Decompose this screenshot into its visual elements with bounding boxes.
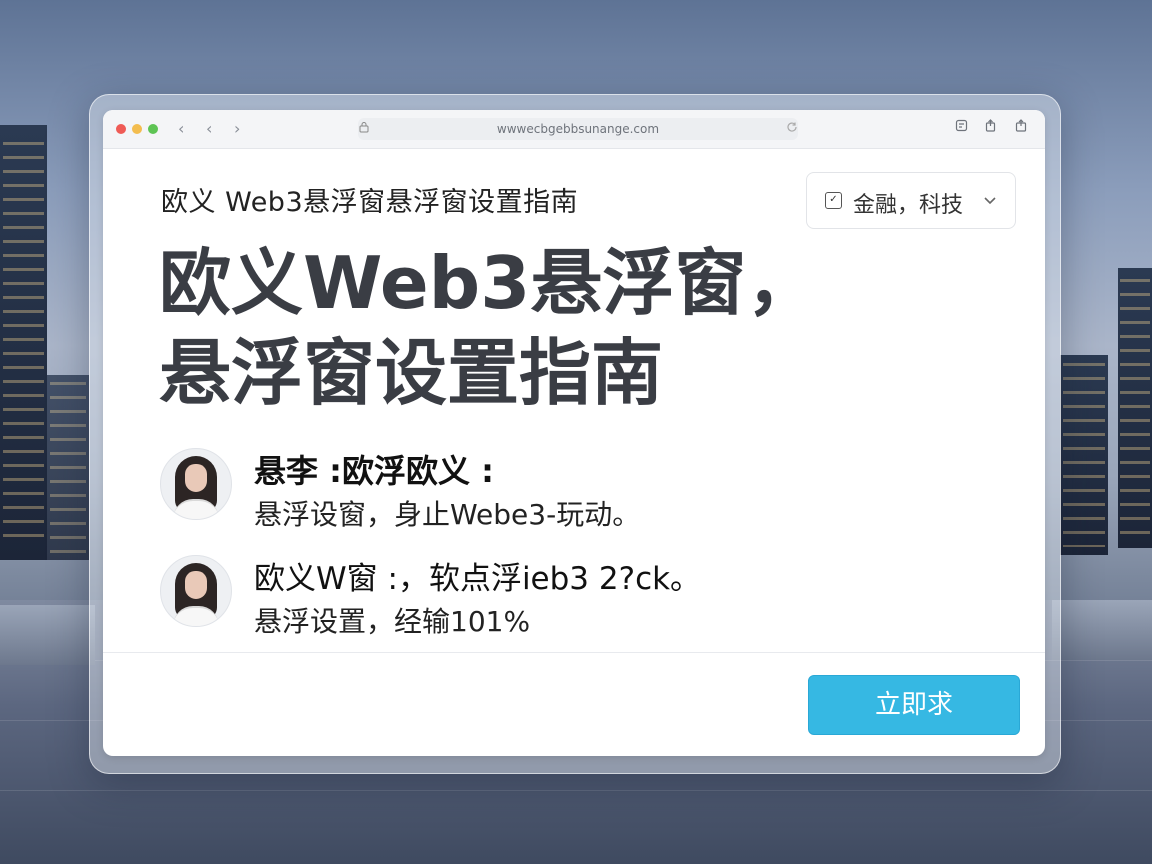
url-text: wwwecbgebbsunange.com bbox=[496, 122, 660, 136]
browser-window: ‹ ‹ › wwwecbgebbsunange.com 欧义 Web3悬浮窗悬浮… bbox=[103, 110, 1045, 756]
headline-line: 悬浮窗设置指南 bbox=[159, 331, 664, 415]
reader-icon[interactable] bbox=[954, 119, 968, 133]
background-building bbox=[1060, 355, 1108, 555]
forward-arrow-icon[interactable]: › bbox=[234, 119, 240, 139]
avatar bbox=[160, 448, 232, 520]
background-railing bbox=[1052, 600, 1152, 660]
avatar bbox=[160, 555, 232, 627]
share-icon[interactable] bbox=[983, 119, 997, 133]
minimize-window-button[interactable] bbox=[132, 124, 142, 134]
address-bar[interactable]: wwwecbgebbsunange.com bbox=[358, 118, 798, 140]
back-arrow-icon[interactable]: ‹ bbox=[178, 119, 184, 139]
background-building bbox=[1118, 268, 1152, 548]
tabs-icon[interactable] bbox=[1014, 119, 1028, 133]
list-item-title: 悬李 :欧浮欧义 : bbox=[254, 452, 494, 490]
reload-icon[interactable] bbox=[786, 121, 798, 136]
list-item-desc: 悬浮设置，经输101% bbox=[254, 605, 531, 638]
page-subtitle: 欧义 Web3悬浮窗悬浮窗设置指南 bbox=[161, 187, 579, 218]
category-label: 金融，科技 bbox=[853, 193, 964, 218]
page-title: 欧义Web3悬浮窗， 悬浮窗设置指南 bbox=[159, 238, 859, 418]
close-window-button[interactable] bbox=[116, 124, 126, 134]
list-item-title: 欧义W窗 :，软点浮ieb3 2?ck。 bbox=[254, 561, 702, 597]
browser-toolbar: ‹ ‹ › wwwecbgebbsunange.com bbox=[103, 110, 1045, 149]
background-building bbox=[0, 125, 47, 560]
background-building bbox=[47, 375, 89, 560]
headline-line: 欧义Web3悬浮窗， bbox=[159, 241, 819, 325]
maximize-window-button[interactable] bbox=[148, 124, 158, 134]
divider bbox=[103, 652, 1045, 653]
back-arrow-icon[interactable]: ‹ bbox=[206, 119, 212, 139]
background-railing bbox=[0, 605, 95, 665]
category-dropdown[interactable]: ✓ 金融，科技 bbox=[806, 172, 1016, 229]
checkbox-icon: ✓ bbox=[825, 192, 842, 209]
chevron-down-icon bbox=[983, 190, 997, 209]
cta-button[interactable]: 立即求 bbox=[808, 675, 1020, 735]
list-item-desc: 悬浮设窗，身止Webe3-玩动。 bbox=[254, 498, 641, 531]
